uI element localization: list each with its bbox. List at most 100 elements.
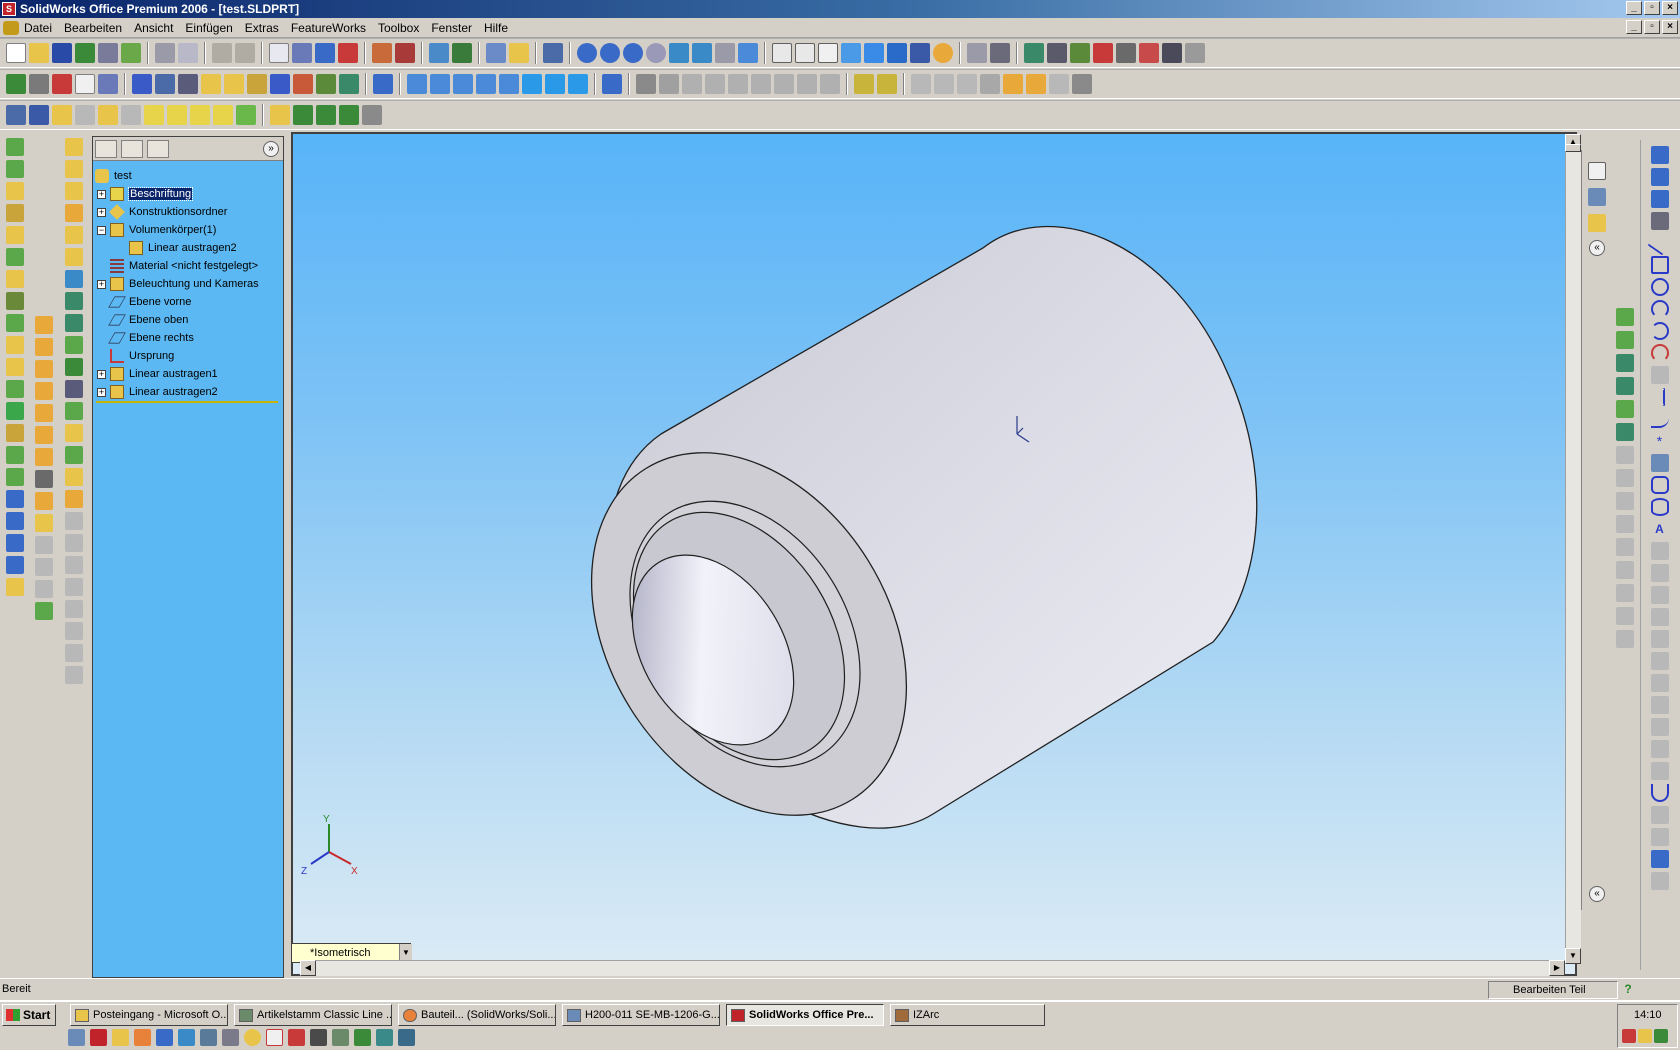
projected-curve-icon[interactable] — [1616, 354, 1634, 372]
revolved-boss-icon[interactable] — [6, 160, 24, 178]
disabled-tool-icon-2[interactable] — [1616, 469, 1634, 487]
composite-curve-icon[interactable] — [1616, 377, 1634, 395]
loft-icon[interactable] — [705, 74, 725, 94]
radiate-surface-icon[interactable] — [35, 426, 53, 444]
realview-icon[interactable] — [933, 43, 953, 63]
sketch-text-icon[interactable] — [1650, 454, 1669, 472]
standard-views-top-icon[interactable] — [499, 74, 519, 94]
shaded-with-edges-icon[interactable] — [841, 43, 861, 63]
knit-surface-icon[interactable] — [35, 448, 53, 466]
edge-flange-icon[interactable] — [877, 74, 897, 94]
tooling-split-icon[interactable] — [65, 424, 83, 442]
firefox-launch-icon[interactable] — [134, 1029, 151, 1046]
disabled-tool-icon-5[interactable] — [1616, 538, 1634, 556]
block-link-icon[interactable] — [236, 105, 256, 125]
antivirus-tray-icon[interactable] — [1622, 1029, 1636, 1043]
untrim-surface-icon[interactable] — [35, 536, 53, 554]
new-document-icon[interactable] — [6, 43, 26, 63]
extruded-cut-icon[interactable] — [6, 226, 24, 244]
3d-instant-website-icon[interactable] — [1093, 43, 1113, 63]
equations-icon[interactable] — [270, 74, 290, 94]
mold-disabled-icon-5[interactable] — [65, 600, 83, 618]
part-model[interactable]: Y X Z — [293, 134, 1577, 976]
sketch-disabled-icon-1[interactable] — [1650, 542, 1669, 560]
utilities-icon[interactable] — [1185, 43, 1205, 63]
menu-toolbox[interactable]: Toolbox — [378, 21, 419, 35]
menu-ansicht[interactable]: Ansicht — [134, 21, 173, 35]
split-line-icon[interactable] — [1616, 331, 1634, 349]
base-flange-icon[interactable] — [854, 74, 874, 94]
line-icon[interactable] — [293, 105, 313, 125]
mold-disabled-icon-6[interactable] — [65, 622, 83, 640]
network-tray-icon[interactable] — [1654, 1029, 1668, 1043]
save-icon[interactable] — [52, 43, 72, 63]
zoom-selection-icon[interactable] — [646, 43, 666, 63]
shaded-icon[interactable] — [864, 43, 884, 63]
sketch-block-icon[interactable] — [52, 105, 72, 125]
zoom-in-out-icon[interactable] — [623, 43, 643, 63]
unfold-icon[interactable] — [1003, 74, 1023, 94]
sketch-edit-icon[interactable] — [1650, 146, 1669, 164]
undercut-icon[interactable] — [65, 468, 83, 486]
menu-extras[interactable]: Extras — [245, 21, 279, 35]
normal-to-icon[interactable] — [568, 74, 588, 94]
print-icon[interactable] — [155, 43, 175, 63]
revolved-cut-icon[interactable] — [6, 248, 24, 266]
mold-disabled-icon-8[interactable] — [65, 666, 83, 684]
mold-disabled-icon-7[interactable] — [65, 644, 83, 662]
disabled-tool-icon-4[interactable] — [1616, 515, 1634, 533]
clock-launch-icon[interactable] — [244, 1029, 261, 1046]
standard-views-right-icon[interactable] — [476, 74, 496, 94]
3d-sketch-icon[interactable] — [6, 105, 26, 125]
expand-plus-icon[interactable]: + — [97, 387, 106, 397]
menu-featureworks[interactable]: FeatureWorks — [291, 21, 366, 35]
sketch-tools-icon[interactable] — [155, 74, 175, 94]
mold-disabled-icon-1[interactable] — [65, 512, 83, 530]
help-question-icon[interactable]: ? — [1620, 982, 1636, 998]
pan-icon[interactable] — [692, 43, 712, 63]
show-desktop-icon[interactable] — [68, 1029, 85, 1046]
view-orientation-icon[interactable] — [738, 43, 758, 63]
sketch-icon[interactable] — [315, 43, 335, 63]
sketch-plane-icon[interactable] — [65, 138, 83, 156]
rectangle-tool-icon[interactable] — [1650, 256, 1669, 274]
grid-icon[interactable] — [372, 43, 392, 63]
smart-dimension-right-icon[interactable] — [1650, 190, 1669, 208]
dome-icon[interactable] — [6, 402, 24, 420]
sketch-point-icon[interactable]: * — [1651, 432, 1669, 450]
insert-block-icon[interactable] — [75, 105, 95, 125]
phone-icon[interactable] — [1072, 74, 1092, 94]
sketch-disabled-icon-4[interactable] — [1650, 608, 1669, 626]
hole-wizard-icon[interactable] — [178, 74, 198, 94]
centerline-icon[interactable] — [1662, 388, 1665, 406]
open-folder-icon[interactable] — [29, 43, 49, 63]
indent-icon[interactable] — [65, 226, 83, 244]
chamfer-feature-icon[interactable] — [6, 292, 24, 310]
redo-icon[interactable] — [235, 43, 255, 63]
draft-icon[interactable] — [820, 74, 840, 94]
text-tool-icon[interactable]: A — [1651, 520, 1669, 538]
volume-tray-icon[interactable] — [1638, 1029, 1652, 1043]
point-icon[interactable] — [316, 105, 336, 125]
rebuild-icon[interactable] — [75, 43, 95, 63]
deform-icon[interactable] — [65, 204, 83, 222]
design-table-icon[interactable] — [201, 74, 221, 94]
deviation-analysis-icon[interactable] — [339, 74, 359, 94]
tree-item-ebene-oben[interactable]: Ebene oben — [108, 311, 188, 329]
office-launch-icon[interactable] — [288, 1029, 305, 1046]
speaker-icon[interactable] — [362, 105, 382, 125]
explode-block-icon[interactable] — [190, 105, 210, 125]
plane-launch-icon[interactable] — [332, 1029, 349, 1046]
sketch-disabled-icon-14[interactable] — [1650, 872, 1669, 890]
linear-pattern-icon[interactable] — [6, 446, 24, 464]
mid-surface-icon[interactable] — [35, 580, 53, 598]
printer-launch-icon[interactable] — [310, 1029, 327, 1046]
forming-tool-icon[interactable] — [1049, 74, 1069, 94]
tree-item-beschriftung[interactable]: + Beschriftung — [97, 185, 194, 203]
tree-item-body-linear-austragen2[interactable]: Linear austragen2 — [129, 239, 237, 257]
configuration-manager-tab-icon[interactable] — [147, 140, 169, 158]
spell-check-icon[interactable] — [132, 74, 152, 94]
table-pattern-icon[interactable] — [6, 556, 24, 574]
tree-item-material[interactable]: Material <nicht festgelegt> — [110, 257, 258, 275]
ellipse-icon[interactable] — [1650, 498, 1669, 516]
